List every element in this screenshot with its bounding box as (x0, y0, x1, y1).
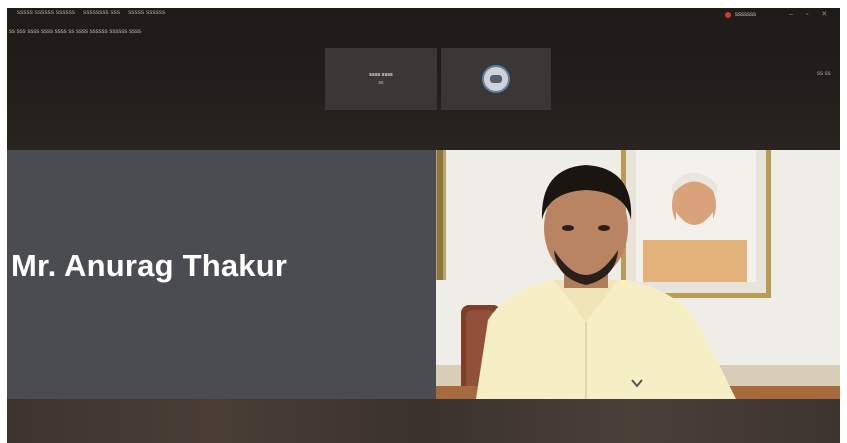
speaker-video-image (436, 150, 840, 399)
meeting-tabs: sssss ssssss ssssss ssssssss sss sssss s… (17, 10, 165, 16)
meeting-toolbar: sssss ssssss ssssss ssssssss sss sssss s… (7, 8, 840, 150)
meeting-tab[interactable]: sssss ssssss (128, 10, 165, 16)
view-toggle[interactable]: ss ss (817, 71, 831, 77)
speaker-name: Mr. Anurag Thakur (11, 248, 288, 283)
recording-label: sssssss (735, 12, 756, 18)
participant-tile[interactable] (441, 48, 551, 110)
avatar-core (490, 75, 502, 83)
participant-avatar-icon (482, 65, 510, 93)
meeting-tab[interactable]: ssssssss sss (83, 10, 120, 16)
recording-icon (725, 12, 731, 18)
participant-tile[interactable]: ssss ssss ss (325, 48, 437, 110)
close-icon[interactable]: ✕ (821, 11, 827, 18)
meeting-tab[interactable]: sssss ssssss ssssss (17, 10, 75, 16)
meeting-subtitle: ss sss ssss ssss ssss ss ssss ssssss sss… (9, 29, 142, 35)
recording-indicator[interactable]: sssssss (725, 12, 756, 18)
meeting-bottom-bar (7, 399, 840, 443)
participant-name: ssss ssss (369, 72, 393, 78)
meeting-window: sssss ssssss ssssss ssssssss sss sssss s… (7, 8, 840, 443)
participant-subtitle: ss (378, 80, 384, 86)
speaker-video (436, 150, 840, 399)
window-controls: – ▫ ✕ (789, 11, 827, 18)
speaker-name-panel: Mr. Anurag Thakur (7, 150, 436, 399)
minimize-icon[interactable]: – (789, 11, 793, 18)
maximize-icon[interactable]: ▫ (806, 11, 808, 18)
